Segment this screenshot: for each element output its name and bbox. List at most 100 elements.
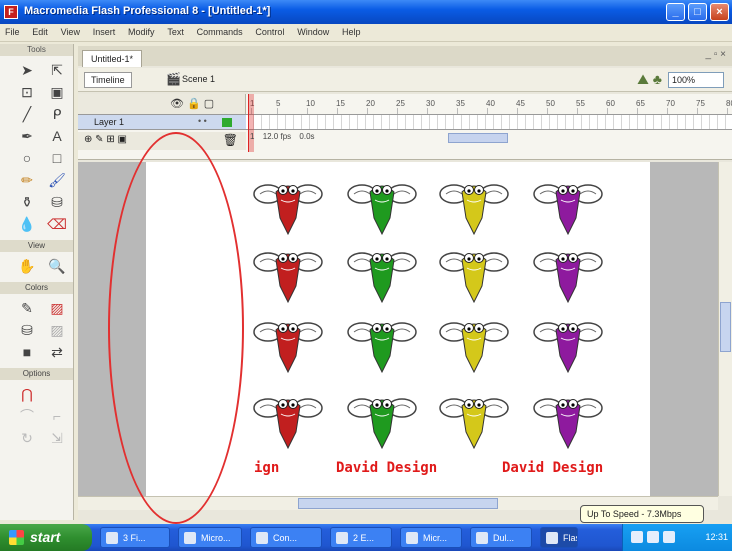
taskbar-task-button[interactable]: Flash... bbox=[540, 527, 578, 548]
ink-bottle-tool-icon[interactable]: ⚱ bbox=[16, 192, 38, 212]
delete-layer-icon[interactable]: 🗑 bbox=[223, 133, 238, 147]
bug-sprite[interactable] bbox=[438, 312, 510, 374]
menu-control[interactable]: Control bbox=[250, 24, 289, 37]
stage[interactable]: ign David Design David Design bbox=[146, 162, 650, 496]
menu-file[interactable]: File bbox=[0, 24, 25, 37]
network-speed-tooltip: Up To Speed - 7.3Mbps bbox=[580, 505, 704, 523]
edit-symbol-icons[interactable]: ⛰ ♣ bbox=[637, 71, 662, 88]
bug-sprite[interactable] bbox=[532, 174, 604, 236]
task-app-icon bbox=[256, 532, 268, 544]
fill-swatch-icon[interactable]: ▨ bbox=[46, 320, 68, 340]
taskbar-task-button[interactable]: Con... bbox=[250, 527, 322, 548]
playhead[interactable] bbox=[248, 94, 254, 152]
stroke-color-icon[interactable]: ✎ bbox=[16, 298, 38, 318]
bug-sprite[interactable] bbox=[346, 242, 418, 304]
oval-tool-icon[interactable]: ○ bbox=[16, 148, 38, 168]
bug-sprite[interactable] bbox=[346, 388, 418, 450]
timeline-scrollbar[interactable] bbox=[448, 133, 508, 143]
zoom-tool-icon[interactable]: 🔍 bbox=[46, 256, 68, 276]
bug-sprite[interactable] bbox=[532, 242, 604, 304]
rotate-option-icon[interactable]: ↻ bbox=[16, 428, 38, 448]
system-tray: 12:31 bbox=[622, 524, 732, 551]
straighten-option-icon[interactable]: ⌐ bbox=[46, 406, 68, 426]
empty-option-slot bbox=[46, 384, 68, 404]
fill-color-icon[interactable]: ⛁ bbox=[16, 320, 38, 340]
line-tool-icon[interactable]: ╱ bbox=[16, 104, 38, 124]
maximize-button[interactable]: □ bbox=[688, 3, 707, 21]
taskbar-task-button[interactable]: Micr... bbox=[400, 527, 462, 548]
menu-bar: File Edit View Insert Modify Text Comman… bbox=[0, 24, 732, 42]
bug-sprite[interactable] bbox=[438, 388, 510, 450]
rectangle-tool-icon[interactable]: □ bbox=[46, 148, 68, 168]
frame-number: 10 bbox=[306, 99, 315, 108]
document-window-controls[interactable]: _ ▫ × bbox=[705, 49, 726, 60]
pen-tool-icon[interactable]: ✒ bbox=[16, 126, 38, 146]
bug-sprite[interactable] bbox=[438, 174, 510, 236]
menu-modify[interactable]: Modify bbox=[123, 24, 160, 37]
vertical-scroll-thumb[interactable] bbox=[720, 302, 731, 352]
bug-sprite[interactable] bbox=[532, 312, 604, 374]
selection-tool-icon[interactable]: ➤ bbox=[16, 60, 38, 80]
flash-app-icon: F bbox=[4, 5, 18, 19]
vertical-scrollbar[interactable] bbox=[718, 162, 732, 496]
taskbar-task-button[interactable]: 2 E... bbox=[330, 527, 392, 548]
minimize-button[interactable]: _ bbox=[666, 3, 685, 21]
bug-sprite[interactable] bbox=[252, 388, 324, 450]
taskbar-task-button[interactable]: 3 Fi... bbox=[100, 527, 170, 548]
snap-magnet-icon[interactable]: ⋂ bbox=[16, 384, 38, 404]
layer-outline-color bbox=[222, 118, 232, 127]
bug-sprite[interactable] bbox=[532, 388, 604, 450]
frame-grid[interactable] bbox=[246, 114, 732, 130]
pencil-tool-icon[interactable]: ✏ bbox=[16, 170, 38, 190]
close-button[interactable]: × bbox=[710, 3, 729, 21]
text-tool-icon[interactable]: A bbox=[46, 126, 68, 146]
layer-add-buttons[interactable]: ⊕ ✎ ⊞ ▣ bbox=[84, 134, 127, 145]
free-transform-tool-icon[interactable]: ⊡ bbox=[16, 82, 38, 102]
swap-colors-icon[interactable]: ⇄ bbox=[46, 342, 68, 362]
taskbar-task-button[interactable]: Dul... bbox=[470, 527, 532, 548]
menu-edit[interactable]: Edit bbox=[27, 24, 53, 37]
eyedropper-tool-icon[interactable]: 💧 bbox=[16, 214, 38, 234]
lasso-tool-icon[interactable]: ᑭ bbox=[46, 104, 68, 124]
bug-sprite[interactable] bbox=[346, 174, 418, 236]
timeline-toggle-button[interactable]: Timeline bbox=[84, 72, 132, 88]
bug-sprite[interactable] bbox=[346, 312, 418, 374]
default-colors-icon[interactable]: ■ bbox=[16, 342, 38, 362]
task-label: Dul... bbox=[493, 533, 515, 543]
frame-area[interactable]: 15101520253035404550556065707580 1 12.0 … bbox=[246, 94, 732, 152]
brush-tool-icon[interactable]: 🖌 bbox=[46, 170, 68, 190]
layer-row[interactable]: Layer 1 • • bbox=[78, 114, 246, 130]
menu-commands[interactable]: Commands bbox=[192, 24, 248, 37]
horizontal-scroll-thumb[interactable] bbox=[298, 498, 498, 509]
bug-sprite[interactable] bbox=[252, 242, 324, 304]
stroke-swatch-icon[interactable]: ▨ bbox=[46, 298, 68, 318]
menu-view[interactable]: View bbox=[56, 24, 85, 37]
scale-option-icon[interactable]: ⇲ bbox=[46, 428, 68, 448]
frame-number: 70 bbox=[666, 99, 675, 108]
menu-insert[interactable]: Insert bbox=[88, 24, 121, 37]
david-design-text: David Design bbox=[336, 460, 438, 476]
menu-window[interactable]: Window bbox=[292, 24, 334, 37]
smooth-option-icon[interactable]: ⌒ bbox=[16, 406, 38, 426]
paint-bucket-tool-icon[interactable]: ⛁ bbox=[46, 192, 68, 212]
network-tray-icon[interactable] bbox=[631, 531, 643, 543]
volume-tray-icon[interactable] bbox=[647, 531, 659, 543]
menu-help[interactable]: Help bbox=[337, 24, 366, 37]
zoom-select[interactable]: 100% bbox=[668, 72, 724, 88]
scene-label[interactable]: Scene 1 bbox=[182, 74, 215, 84]
start-button[interactable]: start bbox=[0, 524, 92, 551]
eraser-tool-icon[interactable]: ⌫ bbox=[46, 214, 68, 234]
subselection-tool-icon[interactable]: ⇱ bbox=[46, 60, 68, 80]
document-tab[interactable]: Untitled-1* bbox=[82, 50, 143, 67]
frame-number: 55 bbox=[576, 99, 585, 108]
elapsed-time: 0.0s bbox=[299, 132, 315, 141]
hand-tool-icon[interactable]: ✋ bbox=[16, 256, 38, 276]
bug-sprite[interactable] bbox=[252, 312, 324, 374]
fill-transform-tool-icon[interactable]: ▣ bbox=[46, 82, 68, 102]
bug-sprite[interactable] bbox=[252, 174, 324, 236]
layer-visibility-lock-outline-icons[interactable]: 👁 🔒 ▢ bbox=[170, 97, 214, 110]
menu-text[interactable]: Text bbox=[162, 24, 189, 37]
taskbar-task-button[interactable]: Micro... bbox=[178, 527, 242, 548]
bug-sprite[interactable] bbox=[438, 242, 510, 304]
connection-tray-icon[interactable] bbox=[663, 531, 675, 543]
